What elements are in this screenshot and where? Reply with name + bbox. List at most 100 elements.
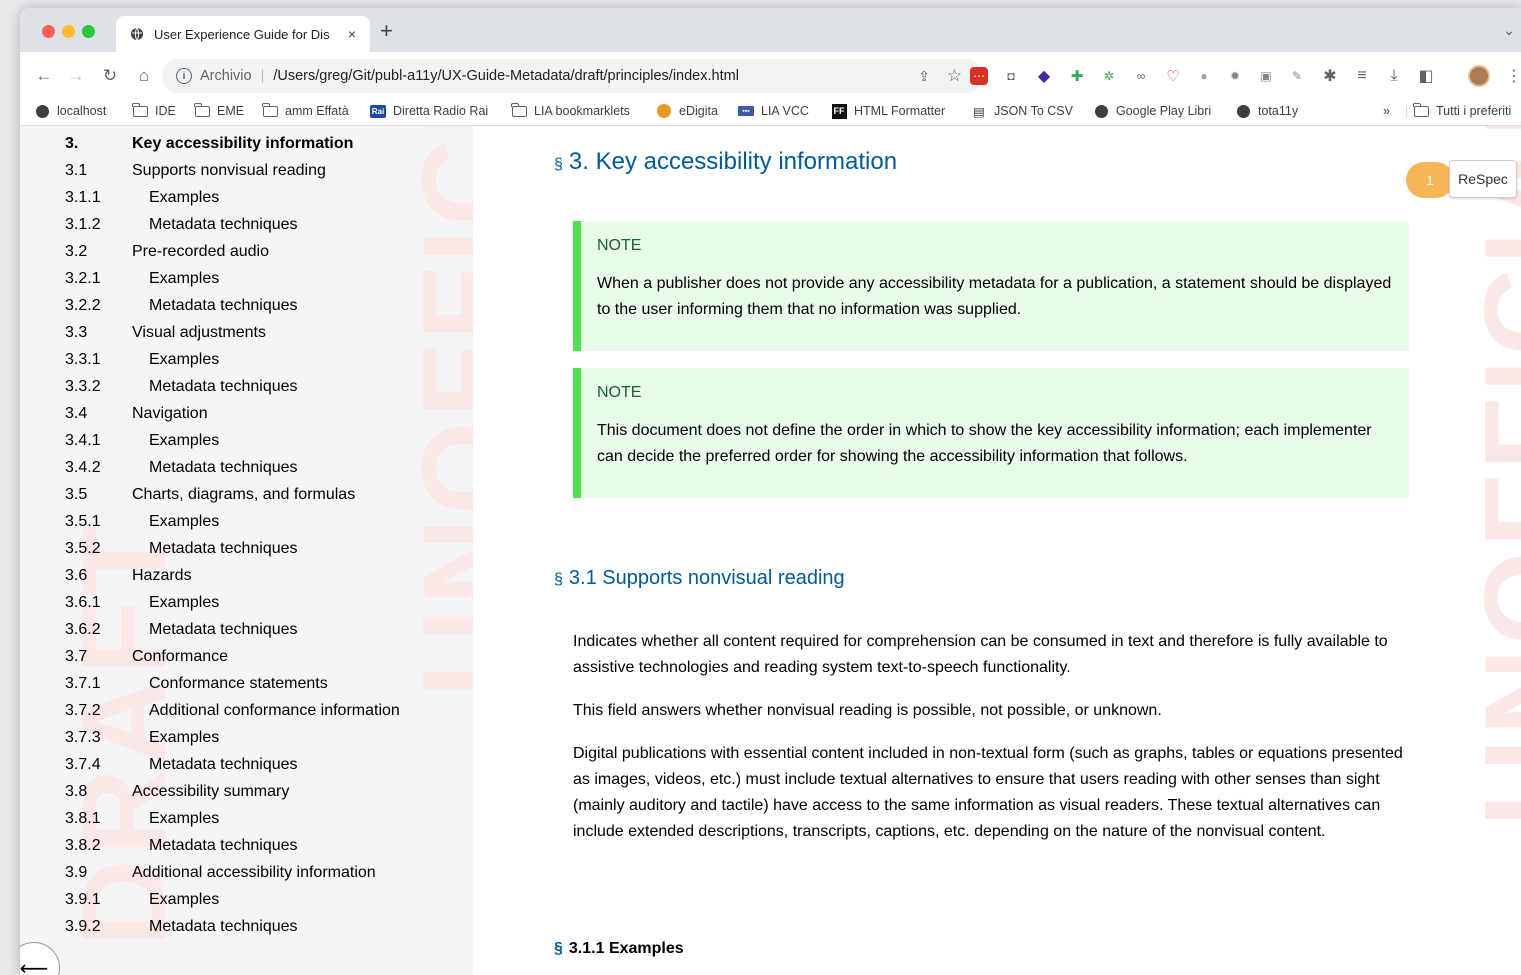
toc-item[interactable]: 3.6.2 Metadata techniques [65, 616, 400, 643]
extension-gear-icon[interactable]: ✹ [1226, 67, 1244, 85]
bookmark-eme[interactable]: EME [194, 102, 244, 118]
toc-item-label[interactable]: Charts, diagrams, and formulas [132, 481, 355, 508]
toc-item[interactable]: 3.1.2 Metadata techniques [65, 211, 400, 238]
toc-item[interactable]: 3.3 Visual adjustments [65, 319, 400, 346]
bookmark-edigita[interactable]: eDigita [656, 104, 718, 118]
bookmark-amm-effata[interactable]: amm Effatà [262, 102, 349, 118]
toc-item-label[interactable]: Key accessibility information [132, 130, 353, 157]
toc-item[interactable]: 3.7.1 Conformance statements [65, 670, 400, 697]
toc-item[interactable]: 3.6 Hazards [65, 562, 400, 589]
toc-item-label[interactable]: Conformance [132, 643, 228, 670]
bookmark-localhost[interactable]: localhost [34, 104, 106, 118]
extension-edit-icon[interactable]: ✎ [1288, 67, 1306, 85]
toc-item[interactable]: 3.7 Conformance [65, 643, 400, 670]
toc-item[interactable]: 3.9 Additional accessibility information [65, 859, 400, 886]
toc-item-label[interactable]: Metadata techniques [132, 832, 298, 859]
close-window-button[interactable] [42, 25, 55, 38]
toc-item[interactable]: 3.4.2 Metadata techniques [65, 454, 400, 481]
toc-item[interactable]: 3.1 Supports nonvisual reading [65, 157, 400, 184]
bookmarks-overflow-button[interactable]: » [1383, 104, 1390, 118]
toc-item[interactable]: 3.3.2 Metadata techniques [65, 373, 400, 400]
camera-icon[interactable]: ◘ [1002, 67, 1020, 85]
bookmark-tota11y[interactable]: tota11y [1235, 104, 1298, 118]
forward-icon[interactable]: → [64, 64, 88, 88]
section-link-icon[interactable]: § [554, 940, 563, 957]
toc-item-label[interactable]: Examples [132, 265, 219, 292]
zoom-window-button[interactable] [82, 25, 95, 38]
toc-item-label[interactable]: Accessibility summary [132, 778, 289, 805]
extension-plus-icon[interactable]: ✚ [1068, 67, 1086, 85]
pocket-icon[interactable]: ♡ [1164, 67, 1182, 85]
toc-item-label[interactable]: Supports nonvisual reading [132, 157, 326, 184]
toc-item-label[interactable]: Visual adjustments [132, 319, 266, 346]
toc-item[interactable]: 3.2.1 Examples [65, 265, 400, 292]
bookmark-lia-vcc[interactable]: ▪▪▪ LIA VCC [738, 104, 809, 118]
address-url[interactable]: /Users/greg/Git/publ-a11y/UX-Guide-Metad… [273, 68, 739, 84]
extension-red-icon[interactable]: ⋯ [970, 67, 988, 85]
bookmark-ide[interactable]: IDE [132, 102, 176, 118]
bookmark-star-icon[interactable]: ☆ [947, 66, 962, 86]
toc-item-label[interactable]: Pre-recorded audio [132, 238, 269, 265]
toc-item[interactable]: 3.8.1 Examples [65, 805, 400, 832]
toc-item[interactable]: 3.7.2 Additional conformance information [65, 697, 400, 724]
share-icon[interactable]: ⇪ [918, 68, 930, 85]
toc-item[interactable]: 3.2.2 Metadata techniques [65, 292, 400, 319]
toc-item-label[interactable]: Navigation [132, 400, 208, 427]
toc-collapse-icon[interactable]: ⟵ [20, 942, 60, 975]
toc-item[interactable]: 3. Key accessibility information [65, 130, 400, 157]
extension-image-icon[interactable]: ▣ [1257, 67, 1275, 85]
toc-item[interactable]: 3.7.3 Examples [65, 724, 400, 751]
toc-item-label[interactable]: Metadata techniques [132, 751, 298, 778]
extensions-puzzle-icon[interactable]: ✱ [1318, 64, 1342, 88]
extension-circle-icon[interactable]: ● [1195, 67, 1213, 85]
toc-item-label[interactable]: Metadata techniques [132, 913, 298, 940]
bookmark-lia-bookmarklets[interactable]: LIA bookmarklets [511, 102, 630, 118]
toc-item[interactable]: 3.8 Accessibility summary [65, 778, 400, 805]
toc-item[interactable]: 3.3.1 Examples [65, 346, 400, 373]
toc-item[interactable]: 3.5.1 Examples [65, 508, 400, 535]
back-icon[interactable]: ← [32, 64, 56, 88]
bookmark-html-formatter[interactable]: FF HTML Formatter [831, 103, 945, 119]
info-icon[interactable]: i [176, 68, 192, 84]
tab-active[interactable]: User Experience Guide for Dis × [116, 16, 370, 52]
reload-icon[interactable]: ↻ [98, 64, 122, 88]
address-bar[interactable]: i Archivio | /Users/greg/Git/publ-a11y/U… [162, 59, 982, 93]
toc-item-label[interactable]: Examples [132, 589, 219, 616]
all-bookmarks-folder[interactable]: Tutti i preferiti [1413, 102, 1511, 118]
toc-item-label[interactable]: Conformance statements [132, 670, 328, 697]
toc-item-label[interactable]: Examples [132, 427, 219, 454]
tab-close-icon[interactable]: × [344, 26, 360, 42]
minimize-window-button[interactable] [62, 25, 75, 38]
toc-item[interactable]: 3.9.1 Examples [65, 886, 400, 913]
toc-item[interactable]: 3.9.2 Metadata techniques [65, 913, 400, 940]
tab-search-icon[interactable]: ⌄ [1503, 22, 1515, 39]
toc-item-label[interactable]: Examples [132, 805, 219, 832]
toc-item-label[interactable]: Additional accessibility information [132, 859, 376, 886]
toc-item-label[interactable]: Metadata techniques [132, 373, 298, 400]
toc-item-label[interactable]: Examples [132, 886, 219, 913]
avatar[interactable] [1468, 65, 1490, 87]
extension-glasses-icon[interactable]: ∞ [1132, 67, 1150, 85]
bookmark-json-to-csv[interactable]: ▤ JSON To CSV [971, 104, 1073, 119]
toc-item[interactable]: 3.1.1 Examples [65, 184, 400, 211]
section-link-icon[interactable]: § [554, 571, 563, 588]
media-icon[interactable]: ≡ [1350, 64, 1374, 88]
toc-item[interactable]: 3.4.1 Examples [65, 427, 400, 454]
toc-item-label[interactable]: Hazards [132, 562, 192, 589]
menu-icon[interactable]: ⋮ [1502, 64, 1521, 88]
extension-diamond-icon[interactable]: ◆ [1035, 67, 1053, 85]
toc-item[interactable]: 3.5.2 Metadata techniques [65, 535, 400, 562]
toc-item-label[interactable]: Metadata techniques [132, 535, 298, 562]
toc-item[interactable]: 3.8.2 Metadata techniques [65, 832, 400, 859]
download-icon[interactable]: ⤓ [1382, 64, 1406, 88]
toc-item-label[interactable]: Metadata techniques [132, 454, 298, 481]
bookmark-google-play-libri[interactable]: Google Play Libri [1093, 104, 1211, 118]
toc-item-label[interactable]: Additional conformance information [132, 697, 400, 724]
new-tab-button[interactable]: + [380, 20, 393, 42]
toc-item-label[interactable]: Metadata techniques [132, 292, 298, 319]
toc-item-label[interactable]: Metadata techniques [132, 211, 298, 238]
toc-item[interactable]: 3.4 Navigation [65, 400, 400, 427]
extension-js-icon[interactable]: ✲ [1100, 67, 1118, 85]
section-link-icon[interactable]: § [554, 156, 563, 173]
bookmark-diretta-radio-rai[interactable]: Rai Diretta Radio Rai [370, 104, 488, 118]
